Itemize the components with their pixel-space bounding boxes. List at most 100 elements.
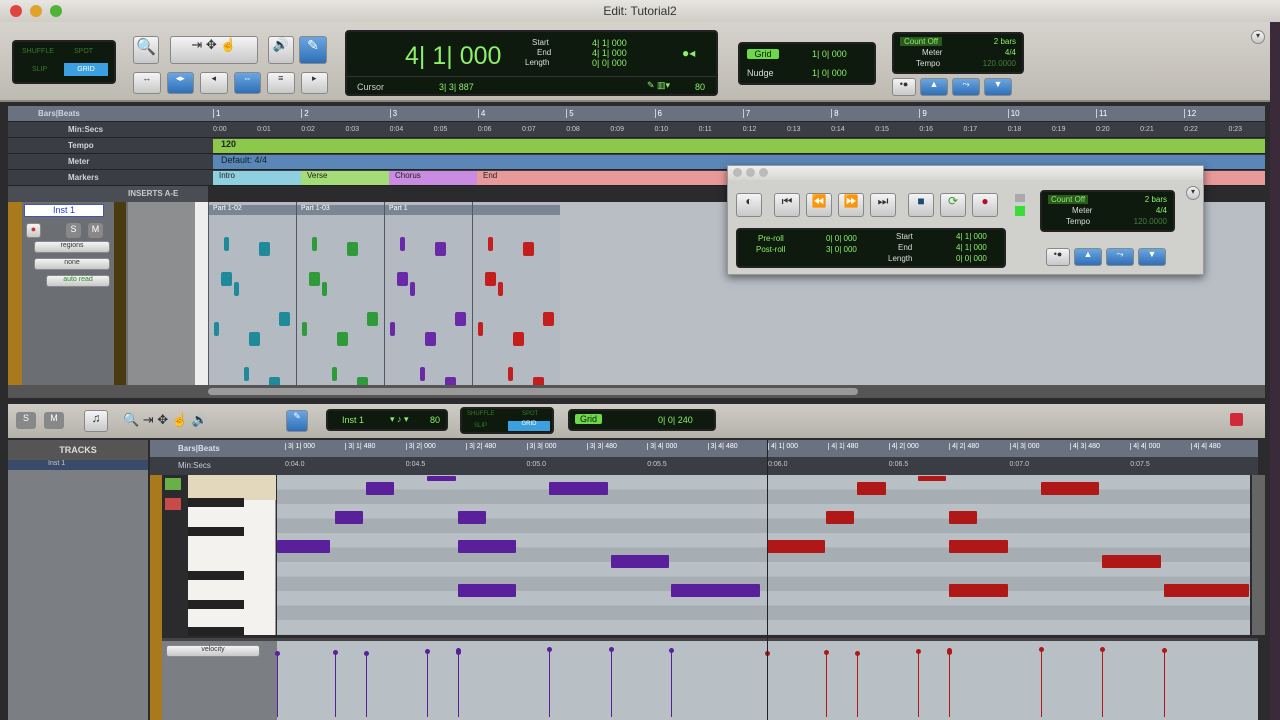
marker-chorus[interactable]: Chorus [389,170,477,185]
midi-note[interactable] [917,476,946,481]
end-value[interactable]: 4| 1| 000 [592,48,627,58]
transport-meter-value[interactable]: 4/4 [1156,206,1167,215]
solo-button[interactable]: S [66,223,81,238]
main-counter-value[interactable]: 4| 1| 000 [405,42,501,71]
notes-view-button[interactable]: ♫ [84,410,108,432]
velocity-stem[interactable] [334,652,336,717]
fast-forward-button[interactable]: ⏩ [838,193,864,217]
midi-input-icon[interactable]: ●◂ [682,46,695,60]
midi-note[interactable] [671,584,760,597]
midi-note[interactable] [949,540,1008,553]
midi-grid-mode[interactable]: GRID [508,421,550,431]
postroll-value[interactable]: 3| 0| 000 [826,245,857,254]
mute-button[interactable]: M [88,223,103,238]
midi-clip[interactable]: Part 1-03 [296,202,384,391]
grid-value[interactable]: 1| 0| 000 [812,49,847,59]
lane-selector[interactable]: velocity [166,645,260,657]
velocity-handle[interactable] [363,651,369,656]
scrollbar-thumb[interactable] [208,388,858,395]
velocity-handle[interactable] [1162,648,1168,653]
velocity-handle[interactable] [855,651,861,656]
velocity-color-button[interactable] [165,498,181,510]
automation-mode-selector[interactable]: auto read [46,275,110,287]
midi-merge-button[interactable]: ⤳ [952,78,980,96]
insertion-follows-button[interactable]: ▸ [300,72,328,94]
playlist-selector[interactable]: regions [34,241,110,253]
bars-beats-ruler-label[interactable]: Bars|Beats [8,109,213,118]
black-key[interactable] [188,600,244,609]
midi-note[interactable] [457,511,486,524]
velocity-handle[interactable] [455,650,461,655]
minimize-button[interactable] [30,5,42,17]
transport-merge-button[interactable]: ⤳ [1106,248,1134,266]
grid-toggle[interactable]: Grid [747,49,779,59]
velocity-stem[interactable] [1164,650,1166,717]
velocity-stem[interactable] [457,652,459,717]
conductor-button[interactable]: ▼ [984,78,1012,96]
start-value[interactable]: 4| 1| 000 [592,38,627,48]
midi-grid-toggle[interactable]: Grid [575,414,603,424]
pencil-icon[interactable]: ✎ ▥▾ [647,80,670,91]
velocity-stem[interactable] [949,652,951,717]
stop-button[interactable]: ■ [908,193,934,217]
transport-wait-note-button[interactable]: •● [1046,248,1070,266]
slip-mode[interactable]: SLIP [32,66,47,73]
midi-editor-close-icon[interactable] [1230,413,1243,426]
velocity-handle[interactable] [425,649,431,654]
black-key[interactable] [188,527,244,536]
nudge-value[interactable]: 1| 0| 000 [812,68,847,78]
meter-event[interactable]: Default: 4/4 [221,155,267,165]
link-timeline-button[interactable]: ⇔ [233,72,261,94]
transport-end-value[interactable]: 4| 1| 000 [956,243,987,252]
black-key[interactable] [188,571,244,580]
midi-slip-mode[interactable]: SLIP [474,423,487,429]
scrubber-tool[interactable]: 🔊 [268,36,294,64]
meter-value[interactable]: 4/4 [1005,48,1016,57]
velocity-stem[interactable] [917,651,919,717]
black-key[interactable] [188,498,244,507]
transport-length-value[interactable]: 0| 0| 000 [956,254,987,263]
midi-note[interactable] [334,511,363,524]
zoom-button[interactable] [50,5,62,17]
record-arm-button[interactable]: ● [26,223,41,238]
piano-roll-grid[interactable] [277,475,1250,635]
velocity-stem[interactable] [276,653,278,717]
midi-note[interactable] [949,584,1008,597]
inserts-column-header[interactable]: INSERTS A-E [128,189,178,198]
length-value[interactable]: 0| 0| 000 [592,58,627,68]
pencil-nudge-value[interactable]: 80 [695,82,705,92]
mirror-midi-button[interactable]: ◂ [200,72,228,94]
velocity-handle[interactable] [274,651,280,656]
return-to-zero-button[interactable]: ⏮ [774,193,800,217]
velocity-handle[interactable] [947,650,953,655]
velocity-stem[interactable] [1102,649,1104,717]
meter-ruler-label[interactable]: Meter [8,157,213,166]
preroll-value[interactable]: 0| 0| 000 [826,234,857,243]
midi-tools[interactable]: 🔍 ⇥ ✥ ☝ 🔊 [123,412,208,428]
midi-clip[interactable] [472,202,560,391]
zoomer-tool[interactable]: 🔍 [133,36,159,64]
transport-count-off[interactable]: Count Off [1048,195,1089,204]
min-secs-ruler-label[interactable]: Min:Secs [8,125,213,134]
midi-track-name[interactable]: Inst 1 [342,415,364,425]
midi-pencil-tool[interactable]: ✎ [286,410,308,432]
midi-note[interactable] [365,482,395,495]
velocity-handle[interactable] [915,649,921,654]
toolbar-menu-icon[interactable]: ▾ [1251,30,1265,44]
tab-to-transient-button[interactable]: ◂▸ [166,72,194,94]
tempo-event[interactable]: 120 [221,139,236,149]
markers-ruler-label[interactable]: Markers [8,173,213,182]
play-button[interactable]: ⟳ [940,193,966,217]
midi-note[interactable] [427,476,456,481]
velocity-handle[interactable] [1100,647,1106,652]
wait-for-note-button[interactable]: •● [892,78,916,96]
spot-mode[interactable]: SPOT [74,48,93,55]
midi-note[interactable] [949,511,978,524]
midi-note[interactable] [1040,482,1100,495]
rewind-button[interactable]: ⏪ [806,193,832,217]
close-button[interactable] [10,5,22,17]
velocity-stem[interactable] [671,650,673,717]
postroll-toggle[interactable]: Post-roll [756,245,785,254]
tempo-ruler-label[interactable]: Tempo [8,141,213,150]
velocity-handle[interactable] [823,650,829,655]
